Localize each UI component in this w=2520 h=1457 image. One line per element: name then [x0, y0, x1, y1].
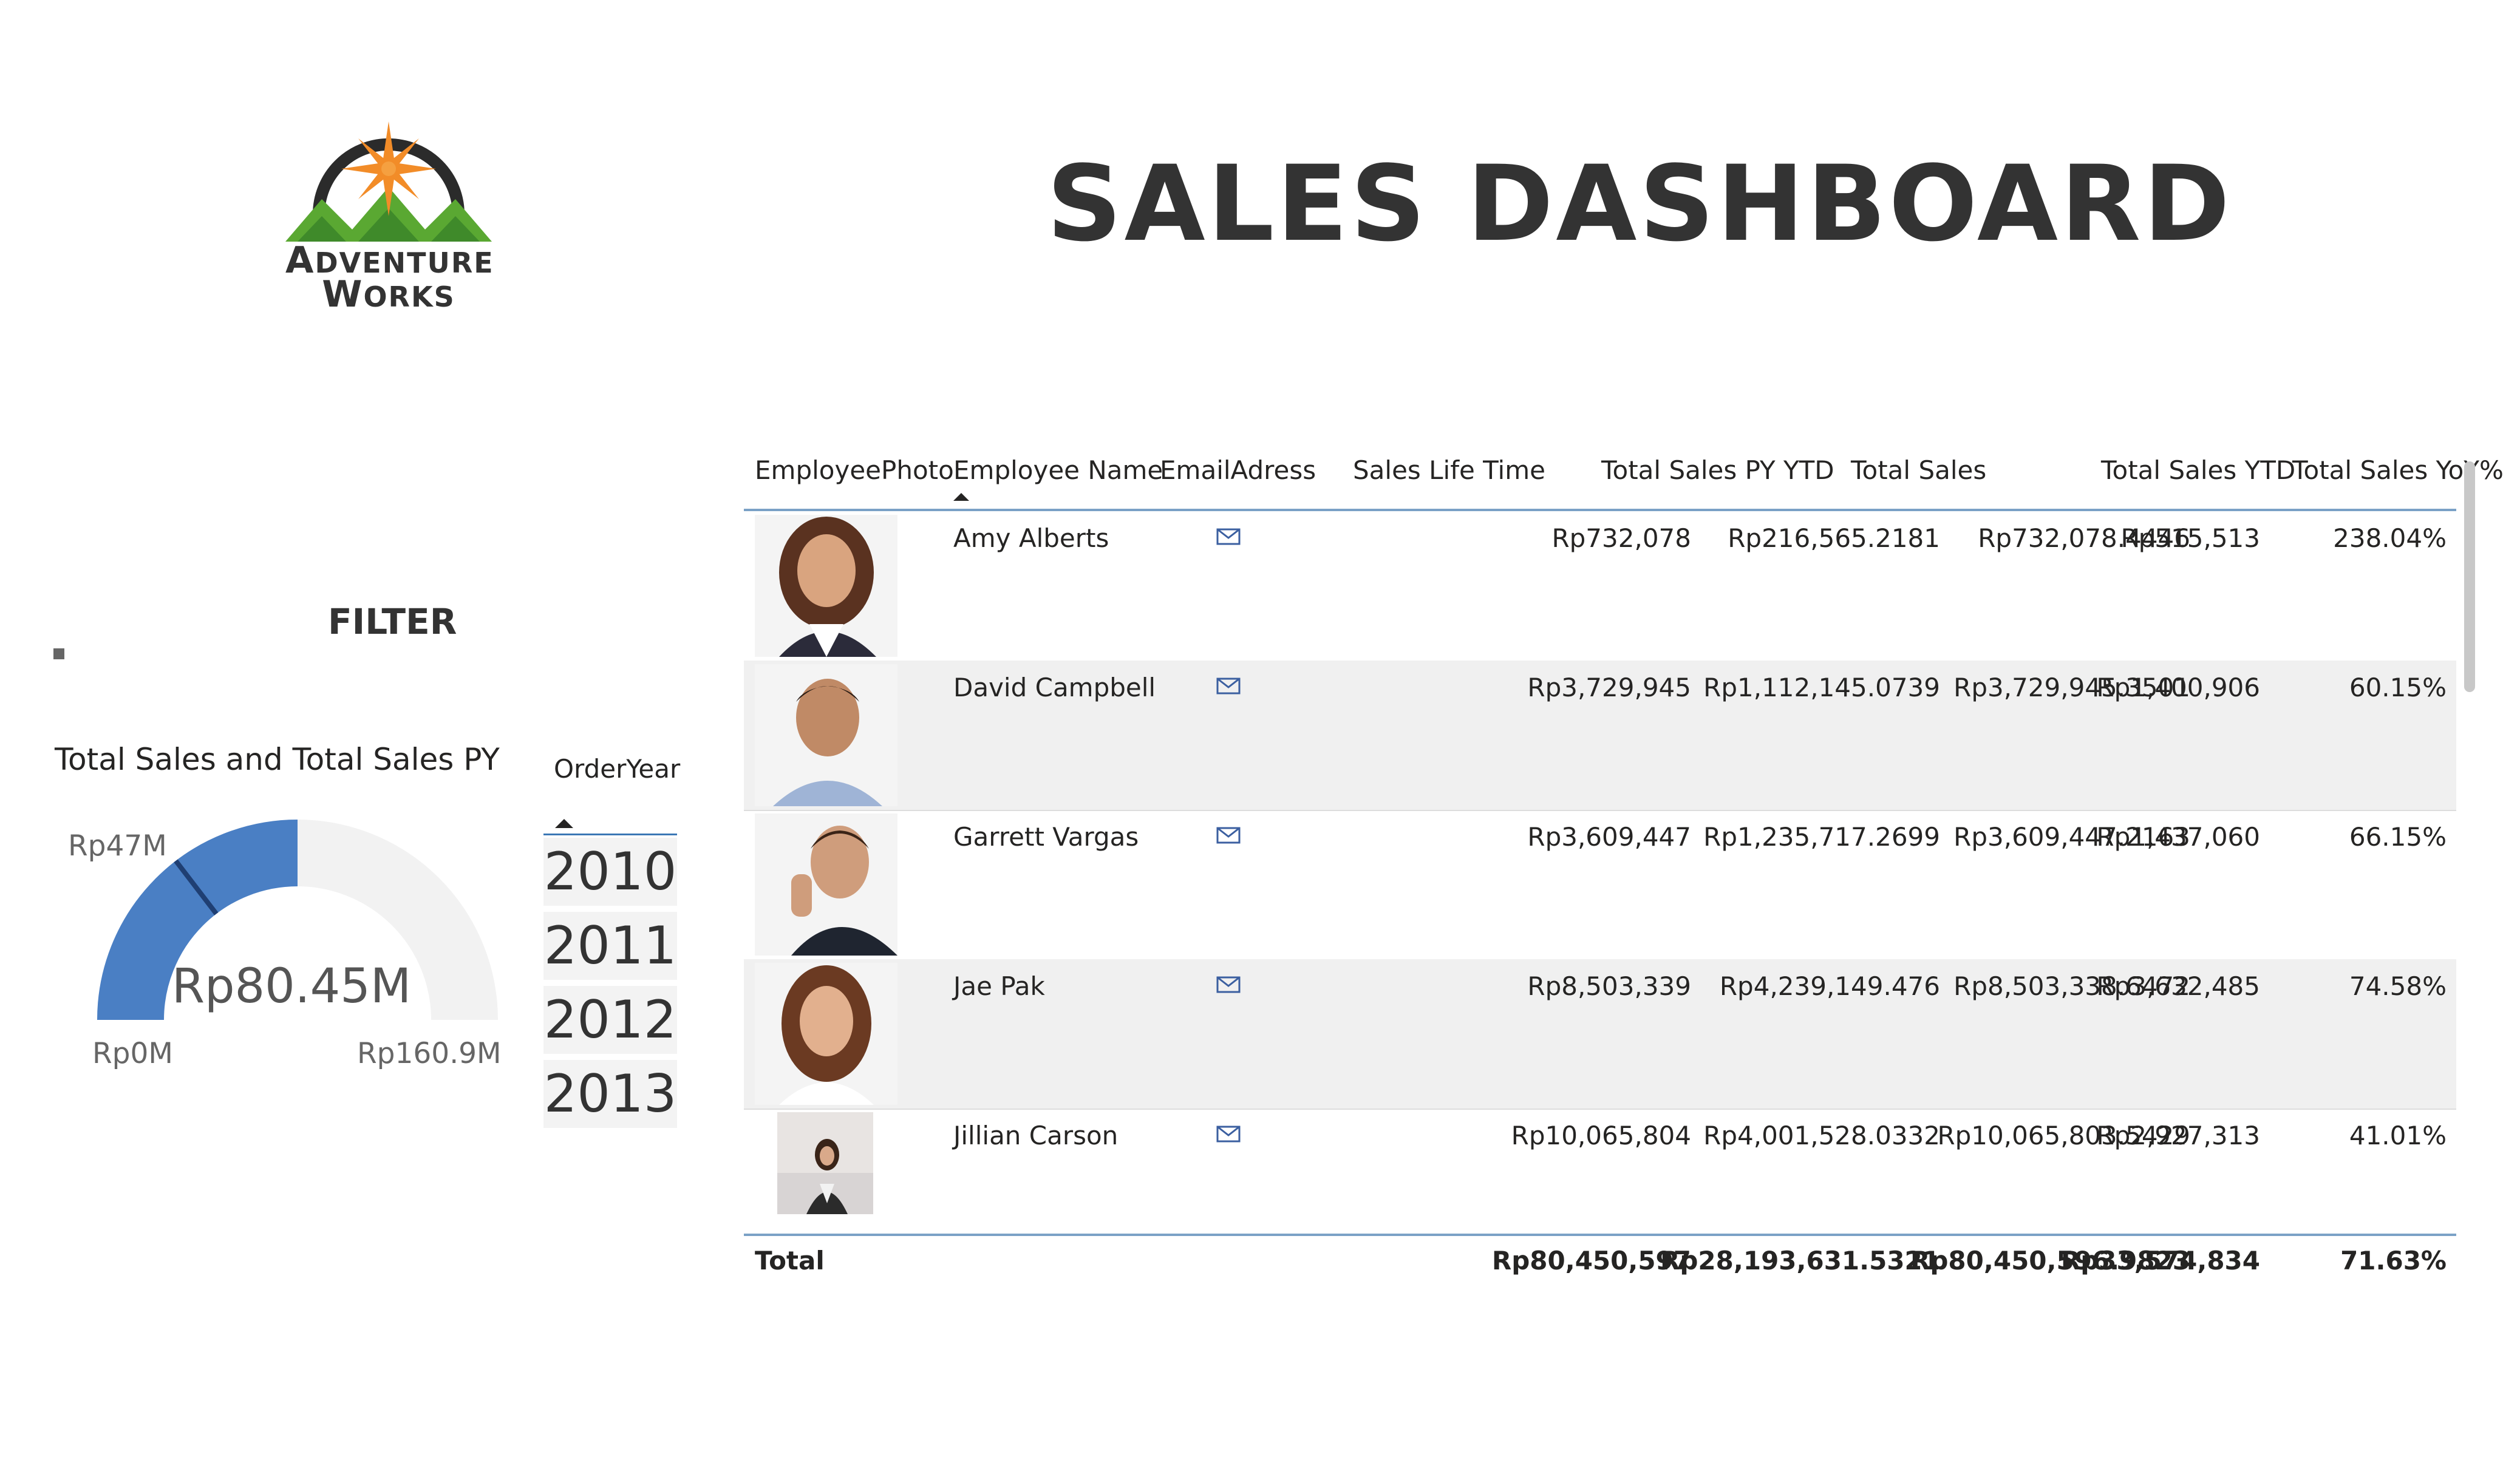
- total-sales-py-ytd: Rp4,001,528.0332: [1703, 1121, 1940, 1150]
- employee-name: Jae Pak: [953, 971, 1045, 1001]
- column-header-total-sales[interactable]: Total Sales: [1851, 455, 1986, 485]
- mail-icon[interactable]: [1216, 827, 1241, 844]
- total-sales-ytd-sum: Rp33,574,834: [2060, 1246, 2260, 1275]
- sales-life-time: Rp3,609,447: [1527, 822, 1691, 852]
- gauge-value: Rp80.45M: [171, 959, 412, 1014]
- total-sales-yoy: 238.04%: [2333, 523, 2447, 553]
- mail-icon[interactable]: [1216, 528, 1241, 545]
- logo-word-works: WORKS: [322, 273, 455, 316]
- total-sales-ytd: Rp515,513: [2120, 523, 2260, 553]
- slicer-header-divider: [543, 834, 677, 835]
- total-sales-yoy: 41.01%: [2349, 1121, 2447, 1150]
- total-sales-ytd: Rp2,927,313: [2096, 1121, 2260, 1150]
- total-sales-py-ytd: Rp4,239,149.476: [1719, 971, 1940, 1001]
- employee-photo: [755, 515, 897, 657]
- slicer-title: OrderYear: [554, 754, 681, 784]
- table-row[interactable]: David Campbell Rp3,729,945 Rp1,112,145.0…: [744, 661, 2456, 811]
- gauge-target-label: Rp47M: [68, 829, 167, 863]
- page-title: SALES DASHBOARD: [1046, 143, 2233, 265]
- logo-emblem: [285, 121, 492, 242]
- total-sales-py-ytd-sum: Rp28,193,631.5321: [1660, 1246, 1940, 1275]
- slicer-item-2011[interactable]: 2011: [543, 912, 677, 980]
- mail-icon[interactable]: [1216, 678, 1241, 695]
- table-row[interactable]: Jillian Carson Rp10,065,804 Rp4,001,528.…: [744, 1109, 2456, 1230]
- filter-heading: FILTER: [328, 601, 457, 642]
- employee-name: Garrett Vargas: [953, 822, 1139, 852]
- column-header-email[interactable]: EmailAdress: [1160, 455, 1316, 485]
- column-header-employee-name[interactable]: Employee Name: [953, 455, 1163, 485]
- sales-life-time: Rp3,729,945: [1527, 673, 1691, 702]
- column-header-total-sales-py-ytd[interactable]: Total Sales PY YTD: [1601, 455, 1834, 485]
- table-row[interactable]: Garrett Vargas Rp3,609,447 Rp1,235,717.2…: [744, 810, 2456, 960]
- employee-name: Jillian Carson: [953, 1121, 1119, 1150]
- total-sales-ytd: Rp1,437,060: [2096, 822, 2260, 852]
- gauge-max-label: Rp160.9M: [357, 1037, 502, 1070]
- mail-icon[interactable]: [1216, 1126, 1241, 1143]
- table-total-divider: [744, 1234, 2456, 1236]
- sort-ascending-icon[interactable]: [953, 493, 969, 501]
- slicer-item-2010[interactable]: 2010: [543, 838, 677, 906]
- total-sales-yoy: 60.15%: [2349, 673, 2447, 702]
- total-sales-py-ytd: Rp216,565.2181: [1728, 523, 1940, 553]
- slicer-item-2012[interactable]: 2012: [543, 986, 677, 1054]
- total-sales-yoy-sum: 71.63%: [2340, 1246, 2447, 1275]
- adventure-works-logo: ADVENTURE WORKS: [285, 108, 493, 316]
- total-sales-py-ytd: Rp1,235,717.2699: [1703, 822, 1940, 852]
- table-row[interactable]: Jae Pak Rp8,503,339 Rp4,239,149.476 Rp8,…: [744, 959, 2456, 1110]
- total-sales-ytd: Rp1,400,906: [2096, 673, 2260, 702]
- employee-name: David Campbell: [953, 673, 1156, 702]
- column-header-sales-life-time[interactable]: Sales Life Time: [1353, 455, 1545, 485]
- table-scrollbar[interactable]: [2464, 461, 2475, 692]
- total-sales-yoy: 74.58%: [2349, 971, 2447, 1001]
- sales-life-time: Rp732,078: [1551, 523, 1691, 553]
- visual-placeholder-marker: [53, 648, 64, 659]
- employee-photo: [755, 963, 897, 1105]
- employee-photo: [777, 1112, 873, 1214]
- table-row[interactable]: Amy Alberts Rp732,078 Rp216,565.2181 Rp7…: [744, 511, 2456, 662]
- mail-icon[interactable]: [1216, 976, 1241, 993]
- gauge-title: Total Sales and Total Sales PY: [55, 742, 500, 777]
- total-label: Total: [755, 1246, 825, 1275]
- sort-ascending-icon[interactable]: [555, 819, 573, 828]
- sales-life-time: Rp10,065,804: [1511, 1121, 1691, 1150]
- total-sales-yoy: 66.15%: [2349, 822, 2447, 852]
- employee-photo: [755, 813, 897, 956]
- total-sales-ytd: Rp3,632,485: [2096, 971, 2260, 1001]
- employee-name: Amy Alberts: [953, 523, 1109, 553]
- employee-photo: [755, 664, 897, 806]
- slicer-item-2013[interactable]: 2013: [543, 1060, 677, 1128]
- sales-life-time: Rp8,503,339: [1527, 971, 1691, 1001]
- column-header-total-sales-ytd[interactable]: Total Sales YTD: [2101, 455, 2295, 485]
- gauge-min-label: Rp0M: [92, 1037, 173, 1070]
- column-header-employee-photo[interactable]: EmployeePhoto: [755, 455, 954, 485]
- total-sales-py-ytd: Rp1,112,145.0739: [1703, 673, 1940, 702]
